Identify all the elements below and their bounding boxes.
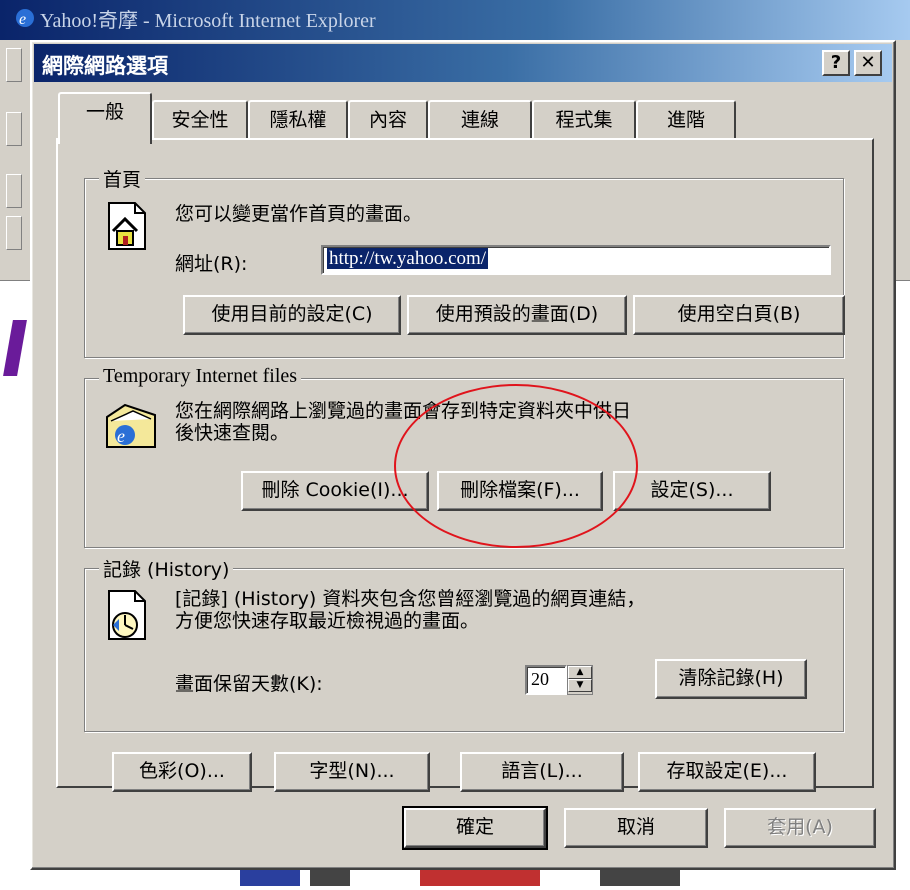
tab-security[interactable]: 安全性 <box>152 100 248 140</box>
ok-button[interactable]: 確定 <box>402 806 548 850</box>
help-button[interactable]: ? <box>822 50 850 76</box>
history-description-line1: [記錄] (History) 資料夾包含您曾經瀏覽過的網頁連結， <box>175 588 646 610</box>
history-icon <box>108 590 146 640</box>
homepage-address-input[interactable]: http://tw.yahoo.com/ <box>321 245 831 275</box>
temp-files-description-line1: 您在網際網路上瀏覽過的畫面會存到特定資料夾中供日 <box>175 400 632 422</box>
fonts-button[interactable]: 字型(N)... <box>274 752 430 792</box>
homepage-address-value: http://tw.yahoo.com/ <box>327 248 489 269</box>
ie-logo-icon: e <box>16 9 34 28</box>
tab-privacy[interactable]: 隱私權 <box>248 100 348 140</box>
history-legend: 記錄 (History) <box>99 555 234 582</box>
history-description-line2: 方便您快速存取最近檢視過的畫面。 <box>175 610 480 632</box>
address-label: 網址(R): <box>175 253 248 275</box>
spin-down-icon[interactable]: ▼ <box>568 679 592 692</box>
temp-files-folder-icon: e <box>106 403 156 448</box>
delete-cookies-button[interactable]: 刪除 Cookie(I)... <box>241 471 429 511</box>
use-current-button[interactable]: 使用目前的設定(C) <box>183 295 401 335</box>
tab-connections[interactable]: 連線 <box>428 100 532 140</box>
dialog-title: 網際網路選項 <box>42 54 168 78</box>
svg-text:e: e <box>117 426 125 446</box>
internet-options-dialog: 網際網路選項 ? ✕ 一般 安全性 隱私權 內容 連線 程式集 進階 首頁 您可… <box>30 40 896 870</box>
temp-files-description-line2: 後快速查閱。 <box>175 422 290 444</box>
cancel-button[interactable]: 取消 <box>564 808 708 848</box>
settings-button[interactable]: 設定(S)... <box>613 471 771 511</box>
days-to-keep-label: 畫面保留天數(K): <box>175 673 323 695</box>
spin-up-icon[interactable]: ▲ <box>568 666 592 679</box>
tab-advanced[interactable]: 進階 <box>636 100 736 140</box>
languages-button[interactable]: 語言(L)... <box>460 752 624 792</box>
ie-titlebar: e Yahoo!奇摩 - Microsoft Internet Explorer <box>0 0 910 40</box>
homepage-description: 您可以變更當作首頁的畫面。 <box>175 203 423 225</box>
tab-panel-general: 首頁 您可以變更當作首頁的畫面。 網址(R): http://tw.yahoo.… <box>56 138 874 792</box>
history-group: 記錄 (History) [記錄] (History) 資料夾包含您曾經瀏覽過的… <box>84 555 844 732</box>
use-default-button[interactable]: 使用預設的畫面(D) <box>407 295 627 335</box>
delete-files-button[interactable]: 刪除檔案(F)... <box>437 471 603 511</box>
tab-programs[interactable]: 程式集 <box>532 100 636 140</box>
temp-files-legend: Temporary Internet files <box>99 365 302 388</box>
colors-button[interactable]: 色彩(O)... <box>112 752 252 792</box>
dialog-titlebar[interactable]: 網際網路選項 ? ✕ <box>34 44 892 82</box>
ie-window-title: Yahoo!奇摩 - Microsoft Internet Explorer <box>40 10 376 32</box>
home-page-icon <box>108 202 146 250</box>
temp-files-group: Temporary Internet files e 您在網際網路上瀏覽過的畫面… <box>84 365 844 548</box>
homepage-group: 首頁 您可以變更當作首頁的畫面。 網址(R): http://tw.yahoo.… <box>84 165 845 358</box>
clear-history-button[interactable]: 清除記錄(H) <box>655 659 807 699</box>
days-spinner[interactable]: ▲ ▼ <box>567 665 593 695</box>
accessibility-button[interactable]: 存取設定(E)... <box>638 752 816 792</box>
use-blank-button[interactable]: 使用空白頁(B) <box>633 295 845 335</box>
close-button[interactable]: ✕ <box>854 50 882 76</box>
days-to-keep-input[interactable]: 20 <box>525 665 567 695</box>
apply-button[interactable]: 套用(A) <box>724 808 876 848</box>
tab-content[interactable]: 內容 <box>348 100 428 140</box>
homepage-legend: 首頁 <box>99 165 146 192</box>
svg-text:e: e <box>19 11 26 28</box>
tab-general[interactable]: 一般 <box>58 92 152 144</box>
